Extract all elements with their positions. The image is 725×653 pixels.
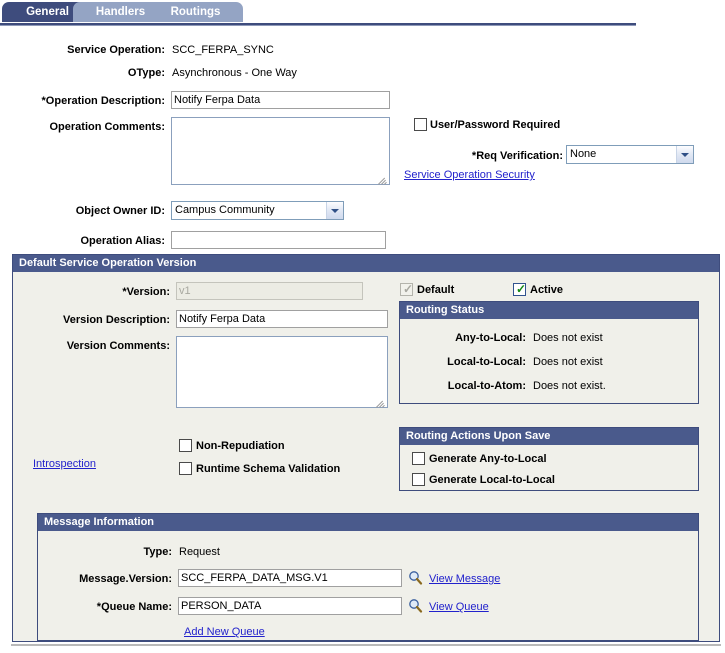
operation-comments-textarea[interactable] <box>171 117 390 185</box>
version-label: *Version: <box>122 286 170 298</box>
routing-actions-group: Routing Actions Upon Save Generate Any-t… <box>399 427 699 491</box>
local-to-local-value: Does not exist <box>533 356 603 368</box>
version-description-label: Version Description: <box>63 314 170 326</box>
routing-actions-body: Generate Any-to-Local Generate Local-to-… <box>400 445 698 490</box>
any-to-local-label: Any-to-Local: <box>455 332 526 344</box>
default-service-operation-version-group: Default Service Operation Version *Versi… <box>12 254 720 642</box>
page-bottom-divider <box>11 644 721 646</box>
message-information-title: Message Information <box>38 514 698 531</box>
runtime-schema-validation-checkbox[interactable] <box>179 462 192 475</box>
message-type-value: Request <box>179 546 220 558</box>
operation-alias-input[interactable] <box>171 231 386 249</box>
default-service-operation-version-title: Default Service Operation Version <box>13 255 719 272</box>
routing-status-group: Routing Status Any-to-Local: Does not ex… <box>399 301 699 404</box>
runtime-schema-validation-label: Runtime Schema Validation <box>196 463 341 475</box>
default-checkbox-label: Default <box>417 284 455 296</box>
req-verification-label: *Req Verification: <box>471 150 563 162</box>
service-operation-security-link[interactable]: Service Operation Security <box>404 169 535 181</box>
otype-label: OType: <box>127 67 165 79</box>
non-repudiation-label: Non-Repudiation <box>196 440 285 452</box>
non-repudiation-checkbox[interactable] <box>179 439 192 452</box>
generate-any-to-local-checkbox[interactable] <box>412 452 425 465</box>
version-comments-label: Version Comments: <box>66 340 170 352</box>
version-description-input[interactable] <box>176 310 388 328</box>
active-checkbox[interactable]: ✓ <box>513 283 526 296</box>
tab-routings[interactable]: Routings <box>148 2 243 22</box>
operation-description-label: *Operation Description: <box>41 95 165 107</box>
operation-comments-label: Operation Comments: <box>49 121 165 133</box>
queue-name-label: *Queue Name: <box>96 601 172 613</box>
chevron-down-icon[interactable] <box>326 202 343 219</box>
message-version-label: Message.Version: <box>79 573 172 585</box>
user-password-required-label: User/Password Required <box>430 119 561 131</box>
req-verification-value: None <box>570 148 597 160</box>
object-owner-id-select[interactable]: Campus Community <box>171 201 344 220</box>
queue-name-input[interactable] <box>178 597 402 615</box>
object-owner-id-label: Object Owner ID: <box>75 205 165 217</box>
tab-bar: General Handlers Routings <box>0 2 725 26</box>
service-operation-value: SCC_FERPA_SYNC <box>172 44 274 56</box>
version-comments-textarea[interactable] <box>176 336 388 408</box>
otype-value: Asynchronous - One Way <box>172 67 297 79</box>
local-to-atom-label: Local-to-Atom: <box>447 380 526 392</box>
view-queue-link[interactable]: View Queue <box>429 601 489 613</box>
view-message-link[interactable]: View Message <box>429 573 500 585</box>
message-version-input[interactable] <box>178 569 402 587</box>
user-password-required-checkbox[interactable] <box>414 118 427 131</box>
generate-any-to-local-label: Generate Any-to-Local <box>429 453 547 465</box>
add-new-queue-link[interactable]: Add New Queue <box>184 626 265 638</box>
message-information-group: Message Information Type: Request Messag… <box>37 513 699 641</box>
routing-status-body: Any-to-Local: Does not exist Local-to-Lo… <box>400 319 698 403</box>
local-to-atom-value: Does not exist. <box>533 380 606 392</box>
default-checkbox: ✓ <box>400 283 413 296</box>
routing-status-title: Routing Status <box>400 302 698 319</box>
generate-local-to-local-label: Generate Local-to-Local <box>429 474 555 486</box>
local-to-local-label: Local-to-Local: <box>447 356 526 368</box>
version-input <box>176 282 363 300</box>
any-to-local-value: Does not exist <box>533 332 603 344</box>
chevron-down-icon[interactable] <box>676 146 693 163</box>
magnifier-icon[interactable] <box>408 598 423 613</box>
operation-alias-label: Operation Alias: <box>80 235 165 247</box>
magnifier-icon[interactable] <box>408 570 423 585</box>
message-type-label: Type: <box>143 546 172 558</box>
generate-local-to-local-checkbox[interactable] <box>412 473 425 486</box>
default-service-operation-version-body: *Version: Version Description: Version C… <box>13 272 719 641</box>
object-owner-id-value: Campus Community <box>175 204 275 216</box>
req-verification-select[interactable]: None <box>566 145 694 164</box>
operation-description-input[interactable] <box>171 91 390 109</box>
service-operation-label: Service Operation: <box>67 44 165 56</box>
routing-actions-title: Routing Actions Upon Save <box>400 428 698 445</box>
check-icon: ✓ <box>516 282 527 296</box>
check-icon: ✓ <box>403 282 414 296</box>
active-checkbox-label: Active <box>530 284 564 296</box>
message-information-body: Type: Request Message.Version: View Mess… <box>38 531 698 640</box>
tab-underline <box>0 23 636 26</box>
introspection-link[interactable]: Introspection <box>33 458 96 470</box>
